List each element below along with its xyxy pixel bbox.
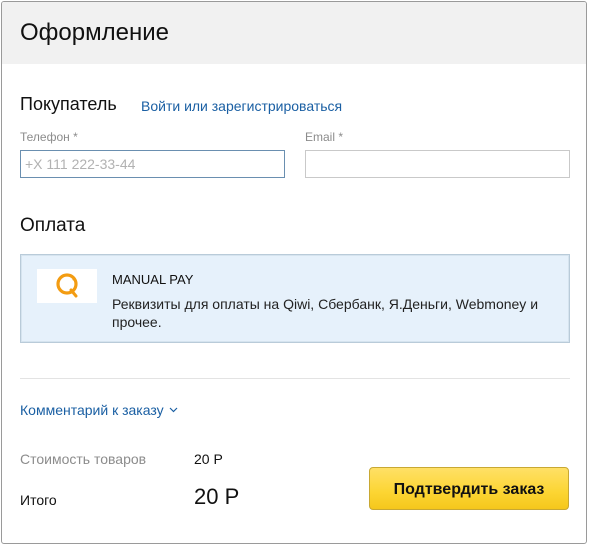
total-value: 20 Р bbox=[194, 484, 240, 509]
order-comment-toggle[interactable]: Комментарий к заказу bbox=[20, 402, 178, 418]
buyer-section-title: Покупатель bbox=[20, 94, 117, 114]
goods-cost-value: 20 Р bbox=[194, 451, 223, 467]
qiwi-logo bbox=[37, 269, 97, 303]
order-comment-label: Комментарий к заказу bbox=[20, 402, 164, 418]
checkout-panel: Оформление Покупатель Войти или зарегист… bbox=[1, 1, 587, 544]
email-field[interactable] bbox=[305, 150, 570, 178]
chevron-down-icon bbox=[169, 407, 178, 413]
total-label: Итого bbox=[20, 492, 57, 508]
confirm-order-button[interactable]: Подтвердить заказ bbox=[369, 467, 569, 510]
payment-method-manual-pay[interactable]: MANUAL PAY Реквизиты для оплаты на Qiwi,… bbox=[20, 254, 570, 343]
phone-label: Телефон * bbox=[20, 130, 78, 144]
email-label: Email * bbox=[305, 130, 344, 144]
login-register-link[interactable]: Войти или зарегистрироваться bbox=[141, 98, 342, 114]
payment-section-title: Оплата bbox=[20, 215, 86, 236]
page-title: Оформление bbox=[2, 2, 586, 64]
payment-method-description: Реквизиты для оплаты на Qiwi, Сбербанк, … bbox=[112, 296, 539, 330]
goods-cost-label: Стоимость товаров bbox=[20, 451, 147, 467]
payment-method-name: MANUAL PAY bbox=[112, 272, 194, 287]
phone-field[interactable] bbox=[20, 150, 285, 178]
divider bbox=[20, 378, 570, 379]
